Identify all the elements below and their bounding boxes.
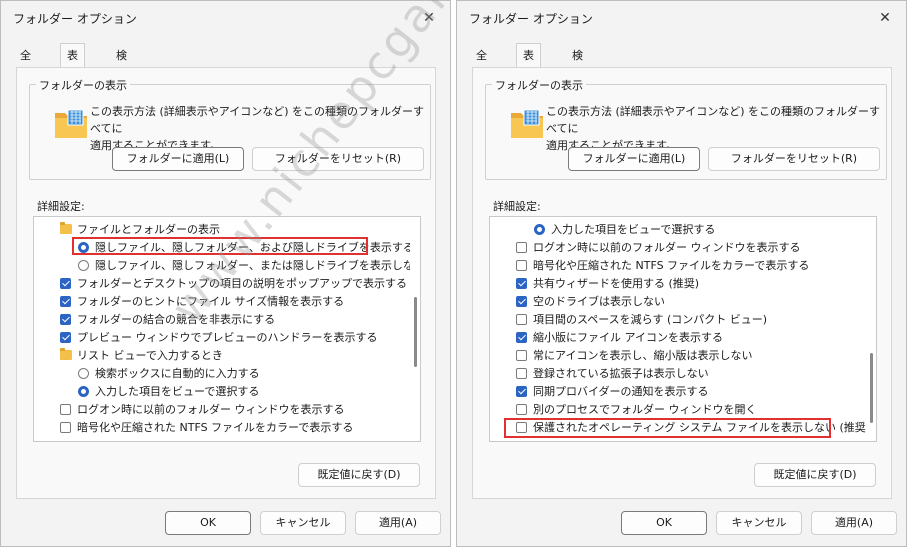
checkbox[interactable] (60, 422, 71, 433)
tab-general[interactable]: 全般 (14, 45, 37, 83)
folder-views-label: フォルダーの表示 (492, 77, 586, 93)
settings-row-label: 空のドライブは表示しない (533, 295, 665, 308)
folder-views-icon (510, 107, 544, 139)
highlight-box (504, 418, 831, 438)
tab-view[interactable]: 表示 (60, 43, 85, 85)
settings-row-label: 縮小版にファイル アイコンを表示する (533, 331, 723, 344)
scrollbar[interactable] (866, 217, 876, 441)
checkbox[interactable] (516, 242, 527, 253)
restore-defaults-button[interactable]: 既定値に戻す(D) (754, 463, 876, 487)
checkbox[interactable] (516, 386, 527, 397)
advanced-settings-list[interactable]: 入力した項目をビューで選択するログオン時に以前のフォルダー ウィンドウを表示する… (489, 216, 877, 442)
cancel-button[interactable]: キャンセル (716, 511, 802, 535)
ok-button[interactable]: OK (621, 511, 707, 535)
radio-button[interactable] (78, 368, 89, 379)
apply-to-folders-button[interactable]: フォルダーに適用(L) (568, 147, 700, 171)
tab-view[interactable]: 表示 (516, 43, 541, 85)
settings-row-label: 常にアイコンを表示し、縮小版は表示しない (533, 349, 753, 362)
checkbox[interactable] (60, 314, 71, 325)
checkbox[interactable] (60, 278, 71, 289)
settings-row-label: ファイルとフォルダーの表示 (77, 223, 220, 236)
scrollbar-thumb[interactable] (870, 353, 873, 423)
checkbox[interactable] (516, 368, 527, 379)
tab-search[interactable]: 検索 (566, 45, 589, 83)
settings-row-label: プレビュー ウィンドウでプレビューのハンドラーを表示する (77, 331, 378, 344)
scrollbar-thumb[interactable] (414, 297, 417, 367)
folder-icon (60, 222, 72, 234)
radio-button[interactable] (534, 224, 545, 235)
settings-row-label: 共有ウィザードを使用する (推奨) (533, 277, 700, 290)
apply-button[interactable]: 適用(A) (811, 511, 897, 535)
checkbox[interactable] (60, 332, 71, 343)
settings-row-label: リスト ビューで入力するとき (77, 349, 223, 362)
checkbox[interactable] (60, 404, 71, 415)
settings-row-label: 項目間のスペースを減らす (コンパクト ビュー) (533, 313, 768, 326)
dialog-title: フォルダー オプション (469, 12, 593, 26)
advanced-settings-label: 詳細設定: (37, 200, 85, 213)
folder-icon (60, 348, 72, 360)
folder-views-icon (54, 107, 88, 139)
scrollbar[interactable] (410, 217, 420, 441)
description-line-1: この表示方法 (詳細表示やアイコンなど) をこの種類のフォルダーすべてに (546, 105, 881, 135)
settings-row-label: 暗号化や圧縮された NTFS ファイルをカラーで表示する (533, 259, 810, 272)
settings-row-label: 登録されている拡張子は表示しない (533, 367, 709, 380)
apply-button[interactable]: 適用(A) (355, 511, 441, 535)
cancel-button[interactable]: キャンセル (260, 511, 346, 535)
restore-defaults-button[interactable]: 既定値に戻す(D) (298, 463, 420, 487)
radio-button[interactable] (78, 260, 89, 271)
folder-views-label: フォルダーの表示 (36, 77, 130, 93)
checkbox[interactable] (516, 314, 527, 325)
checkbox[interactable] (516, 350, 527, 361)
reset-folders-button[interactable]: フォルダーをリセット(R) (708, 147, 880, 171)
tab-search[interactable]: 検索 (110, 45, 133, 83)
view-tab-panel: フォルダーの表示この表示方法 (詳細表示やアイコンなど) をこの種類のフォルダー… (472, 67, 892, 499)
checkbox[interactable] (60, 296, 71, 307)
settings-row-label: 入力した項目をビューで選択する (95, 385, 260, 398)
settings-row-label: ログオン時に以前のフォルダー ウィンドウを表示する (77, 403, 345, 416)
checkbox[interactable] (516, 296, 527, 307)
apply-to-folders-button[interactable]: フォルダーに適用(L) (112, 147, 244, 171)
settings-row-label: 検索ボックスに自動的に入力する (95, 367, 260, 380)
ok-button[interactable]: OK (165, 511, 251, 535)
checkbox[interactable] (516, 404, 527, 415)
settings-row-label: 暗号化や圧縮された NTFS ファイルをカラーで表示する (77, 421, 354, 434)
advanced-settings-label: 詳細設定: (493, 200, 541, 213)
settings-row-label: 別のプロセスでフォルダー ウィンドウを開く (533, 403, 757, 416)
close-button[interactable]: ✕ (874, 7, 896, 29)
description-line-1: この表示方法 (詳細表示やアイコンなど) をこの種類のフォルダーすべてに (90, 105, 425, 135)
tab-general[interactable]: 全般 (470, 45, 493, 83)
dialog-title: フォルダー オプション (13, 12, 137, 26)
settings-row-label: 入力した項目をビューで選択する (551, 223, 716, 236)
checkbox[interactable] (516, 260, 527, 271)
radio-button[interactable] (78, 386, 89, 397)
folder-views-group: フォルダーの表示この表示方法 (詳細表示やアイコンなど) をこの種類のフォルダー… (485, 77, 887, 180)
checkbox[interactable] (516, 332, 527, 343)
settings-row-label: フォルダーの結合の競合を非表示にする (77, 313, 276, 326)
folder-options-dialog-right: フォルダー オプション ✕ 全般表示検索フォルダーの表示この表示方法 (詳細表示やア… (456, 0, 907, 547)
settings-row-label: 同期プロバイダーの通知を表示する (533, 385, 709, 398)
checkbox[interactable] (516, 278, 527, 289)
settings-row-label: ログオン時に以前のフォルダー ウィンドウを表示する (533, 241, 801, 254)
